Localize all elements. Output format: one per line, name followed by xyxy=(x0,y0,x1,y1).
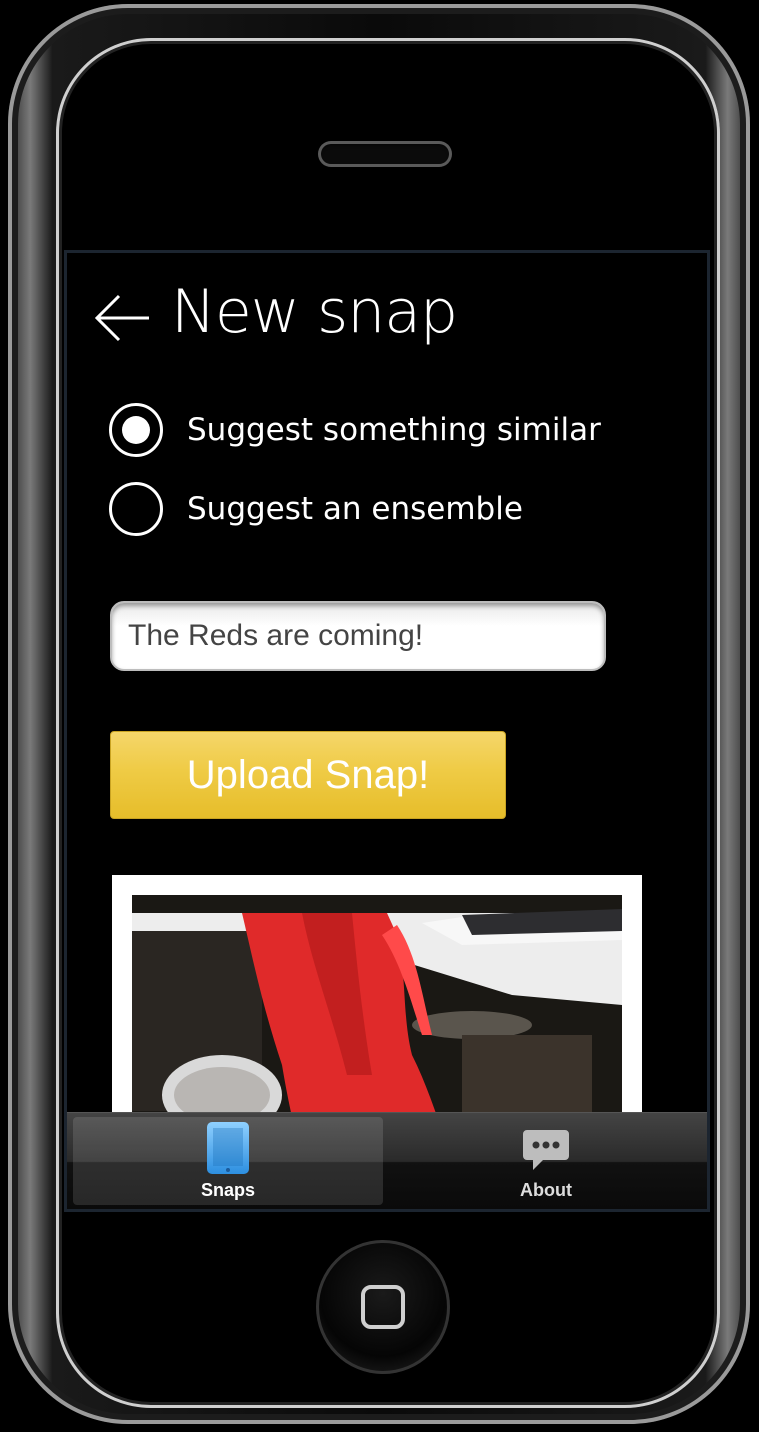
option-suggest-ensemble[interactable]: Suggest an ensemble xyxy=(109,482,523,536)
page-title: New snap xyxy=(171,277,458,347)
tab-label: Snaps xyxy=(200,1180,256,1200)
tab-snaps[interactable]: Snaps xyxy=(73,1117,383,1205)
speaker-grille xyxy=(318,141,452,167)
tab-bar: Snaps About xyxy=(67,1112,707,1209)
back-arrow-icon[interactable] xyxy=(93,293,153,343)
radio-button[interactable] xyxy=(109,482,163,536)
upload-snap-button[interactable]: Upload Snap! xyxy=(110,731,506,819)
caption-input[interactable]: The Reds are coming! xyxy=(110,601,606,671)
tablet-icon xyxy=(207,1122,249,1174)
tab-label: About xyxy=(520,1180,572,1200)
home-square-icon xyxy=(361,1285,405,1329)
app-screen: New snap Suggest something similar Sugge… xyxy=(64,250,710,1212)
option-label: Suggest an ensemble xyxy=(187,491,523,527)
tab-about[interactable]: About xyxy=(391,1117,701,1205)
home-button[interactable] xyxy=(316,1240,450,1374)
radio-button-selected[interactable] xyxy=(109,403,163,457)
option-suggest-similar[interactable]: Suggest something similar xyxy=(109,403,601,457)
speech-bubble-icon xyxy=(523,1130,569,1170)
option-label: Suggest something similar xyxy=(187,412,601,448)
